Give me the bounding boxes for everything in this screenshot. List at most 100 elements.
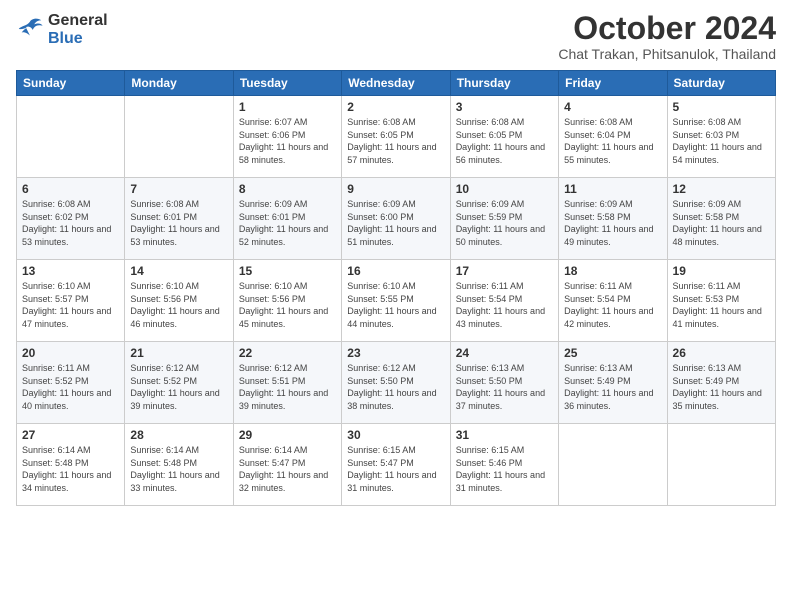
- weekday-header-friday: Friday: [559, 71, 667, 96]
- calendar-cell: 4 Sunrise: 6:08 AM Sunset: 6:04 PM Daylig…: [559, 96, 667, 178]
- calendar-cell: 9Sunrise: 6:09 AM Sunset: 6:00 PM Daylig…: [342, 178, 450, 260]
- day-number: 4: [564, 100, 661, 114]
- cell-content: Sunrise: 6:08 AM Sunset: 6:05 PM Dayligh…: [456, 116, 553, 166]
- cell-content: Sunrise: 6:11 AM Sunset: 5:53 PM Dayligh…: [673, 280, 770, 330]
- cell-content: Sunrise: 6:12 AM Sunset: 5:51 PM Dayligh…: [239, 362, 336, 412]
- calendar-cell: 27 Sunrise: 6:14 AM Sunset: 5:48 PM Dayli…: [17, 424, 125, 506]
- month-title: October 2024: [558, 12, 776, 44]
- calendar-cell: 21 Sunrise: 6:12 AM Sunset: 5:52 PM Dayli…: [125, 342, 233, 424]
- calendar-cell: 1 Sunrise: 6:07 AM Sunset: 6:06 PM Daylig…: [233, 96, 341, 178]
- cell-content: Sunrise: 6:11 AM Sunset: 5:54 PM Dayligh…: [564, 280, 661, 330]
- calendar-cell: 5 Sunrise: 6:08 AM Sunset: 6:03 PM Daylig…: [667, 96, 775, 178]
- day-number: 31: [456, 428, 553, 442]
- day-number: 3: [456, 100, 553, 114]
- title-block: October 2024 Chat Trakan, Phitsanulok, T…: [558, 12, 776, 62]
- calendar-cell: [559, 424, 667, 506]
- cell-content: Sunrise: 6:12 AM Sunset: 5:50 PM Dayligh…: [347, 362, 444, 412]
- day-number: 16: [347, 264, 444, 278]
- cell-content: Sunrise: 6:07 AM Sunset: 6:06 PM Dayligh…: [239, 116, 336, 166]
- cell-content: Sunrise: 6:14 AM Sunset: 5:47 PM Dayligh…: [239, 444, 336, 494]
- calendar-cell: 25 Sunrise: 6:13 AM Sunset: 5:49 PM Dayli…: [559, 342, 667, 424]
- calendar-cell: 3 Sunrise: 6:08 AM Sunset: 6:05 PM Daylig…: [450, 96, 558, 178]
- day-number: 13: [22, 264, 119, 278]
- day-number: 30: [347, 428, 444, 442]
- logo-text: General Blue: [48, 12, 108, 48]
- day-number: 19: [673, 264, 770, 278]
- cell-content: Sunrise: 6:14 AM Sunset: 5:48 PM Dayligh…: [130, 444, 227, 494]
- calendar-cell: 8 Sunrise: 6:09 AM Sunset: 6:01 PM Daylig…: [233, 178, 341, 260]
- cell-content: Sunrise: 6:10 AM Sunset: 5:57 PM Dayligh…: [22, 280, 119, 330]
- day-number: 25: [564, 346, 661, 360]
- day-number: 27: [22, 428, 119, 442]
- cell-content: Sunrise: 6:14 AM Sunset: 5:48 PM Dayligh…: [22, 444, 119, 494]
- cell-content: Sunrise: 6:09 AM Sunset: 5:58 PM Dayligh…: [673, 198, 770, 248]
- cell-content: Sunrise: 6:15 AM Sunset: 5:47 PM Dayligh…: [347, 444, 444, 494]
- cell-content: Sunrise: 6:09 AM Sunset: 6:01 PM Dayligh…: [239, 198, 336, 248]
- cell-content: Sunrise: 6:08 AM Sunset: 6:04 PM Dayligh…: [564, 116, 661, 166]
- cell-content: Sunrise: 6:08 AM Sunset: 6:01 PM Dayligh…: [130, 198, 227, 248]
- day-number: 14: [130, 264, 227, 278]
- day-number: 20: [22, 346, 119, 360]
- calendar-cell: 19 Sunrise: 6:11 AM Sunset: 5:53 PM Dayli…: [667, 260, 775, 342]
- cell-content: Sunrise: 6:12 AM Sunset: 5:52 PM Dayligh…: [130, 362, 227, 412]
- calendar-cell: 15 Sunrise: 6:10 AM Sunset: 5:56 PM Dayli…: [233, 260, 341, 342]
- calendar-cell: 10 Sunrise: 6:09 AM Sunset: 5:59 PM Dayli…: [450, 178, 558, 260]
- calendar-cell: 6 Sunrise: 6:08 AM Sunset: 6:02 PM Daylig…: [17, 178, 125, 260]
- location-title: Chat Trakan, Phitsanulok, Thailand: [558, 46, 776, 62]
- day-number: 1: [239, 100, 336, 114]
- day-number: 28: [130, 428, 227, 442]
- calendar-cell: 22 Sunrise: 6:12 AM Sunset: 5:51 PM Dayli…: [233, 342, 341, 424]
- calendar-cell: [125, 96, 233, 178]
- calendar-cell: 7 Sunrise: 6:08 AM Sunset: 6:01 PM Daylig…: [125, 178, 233, 260]
- cell-content: Sunrise: 6:08 AM Sunset: 6:03 PM Dayligh…: [673, 116, 770, 166]
- weekday-header-row: SundayMondayTuesdayWednesdayThursdayFrid…: [17, 71, 776, 96]
- calendar-cell: 29 Sunrise: 6:14 AM Sunset: 5:47 PM Dayli…: [233, 424, 341, 506]
- weekday-header-wednesday: Wednesday: [342, 71, 450, 96]
- week-row-3: 13 Sunrise: 6:10 AM Sunset: 5:57 PM Dayli…: [17, 260, 776, 342]
- cell-content: Sunrise: 6:10 AM Sunset: 5:56 PM Dayligh…: [130, 280, 227, 330]
- day-number: 12: [673, 182, 770, 196]
- day-number: 18: [564, 264, 661, 278]
- header: General Blue October 2024 Chat Trakan, P…: [16, 12, 776, 62]
- day-number: 24: [456, 346, 553, 360]
- logo-icon: [16, 16, 44, 44]
- calendar-cell: 23 Sunrise: 6:12 AM Sunset: 5:50 PM Dayli…: [342, 342, 450, 424]
- day-number: 26: [673, 346, 770, 360]
- cell-content: Sunrise: 6:13 AM Sunset: 5:50 PM Dayligh…: [456, 362, 553, 412]
- day-number: 2: [347, 100, 444, 114]
- calendar-cell: 2Sunrise: 6:08 AM Sunset: 6:05 PM Daylig…: [342, 96, 450, 178]
- calendar-cell: 24 Sunrise: 6:13 AM Sunset: 5:50 PM Dayli…: [450, 342, 558, 424]
- day-number: 7: [130, 182, 227, 196]
- week-row-1: 1 Sunrise: 6:07 AM Sunset: 6:06 PM Daylig…: [17, 96, 776, 178]
- cell-content: Sunrise: 6:13 AM Sunset: 5:49 PM Dayligh…: [673, 362, 770, 412]
- weekday-header-tuesday: Tuesday: [233, 71, 341, 96]
- day-number: 29: [239, 428, 336, 442]
- cell-content: Sunrise: 6:13 AM Sunset: 5:49 PM Dayligh…: [564, 362, 661, 412]
- calendar-cell: 14 Sunrise: 6:10 AM Sunset: 5:56 PM Dayli…: [125, 260, 233, 342]
- logo: General Blue: [16, 12, 108, 48]
- calendar-cell: 13 Sunrise: 6:10 AM Sunset: 5:57 PM Dayli…: [17, 260, 125, 342]
- day-number: 21: [130, 346, 227, 360]
- cell-content: Sunrise: 6:09 AM Sunset: 5:58 PM Dayligh…: [564, 198, 661, 248]
- weekday-header-sunday: Sunday: [17, 71, 125, 96]
- day-number: 10: [456, 182, 553, 196]
- weekday-header-thursday: Thursday: [450, 71, 558, 96]
- calendar-table: SundayMondayTuesdayWednesdayThursdayFrid…: [16, 70, 776, 506]
- cell-content: Sunrise: 6:09 AM Sunset: 5:59 PM Dayligh…: [456, 198, 553, 248]
- calendar-page: General Blue October 2024 Chat Trakan, P…: [0, 0, 792, 612]
- cell-content: Sunrise: 6:11 AM Sunset: 5:52 PM Dayligh…: [22, 362, 119, 412]
- day-number: 6: [22, 182, 119, 196]
- calendar-cell: 18 Sunrise: 6:11 AM Sunset: 5:54 PM Dayli…: [559, 260, 667, 342]
- day-number: 23: [347, 346, 444, 360]
- day-number: 15: [239, 264, 336, 278]
- day-number: 22: [239, 346, 336, 360]
- week-row-2: 6 Sunrise: 6:08 AM Sunset: 6:02 PM Daylig…: [17, 178, 776, 260]
- calendar-cell: [667, 424, 775, 506]
- day-number: 11: [564, 182, 661, 196]
- day-number: 5: [673, 100, 770, 114]
- day-number: 8: [239, 182, 336, 196]
- week-row-4: 20 Sunrise: 6:11 AM Sunset: 5:52 PM Dayli…: [17, 342, 776, 424]
- cell-content: Sunrise: 6:10 AM Sunset: 5:56 PM Dayligh…: [239, 280, 336, 330]
- calendar-cell: 30 Sunrise: 6:15 AM Sunset: 5:47 PM Dayli…: [342, 424, 450, 506]
- cell-content: Sunrise: 6:08 AM Sunset: 6:02 PM Dayligh…: [22, 198, 119, 248]
